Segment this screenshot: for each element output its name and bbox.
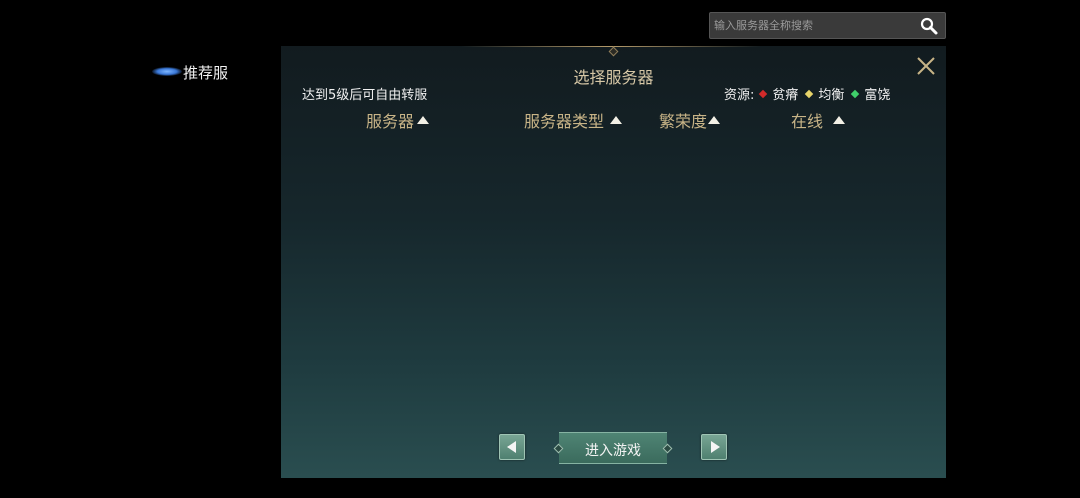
sort-asc-icon bbox=[610, 116, 623, 124]
enter-game-label: 进入游戏 bbox=[585, 443, 641, 459]
search-icon[interactable] bbox=[919, 16, 939, 36]
top-divider bbox=[461, 46, 761, 47]
sort-asc-icon bbox=[417, 116, 430, 124]
sidebar-item-label: 推荐服 bbox=[183, 64, 229, 82]
resource-legend: 资源: 贫瘠 均衡 富饶 bbox=[724, 84, 892, 103]
column-header-server[interactable]: 服务器 bbox=[366, 108, 430, 132]
legend-item-balanced: 均衡 bbox=[818, 88, 845, 103]
column-header-online[interactable]: 在线 bbox=[791, 108, 846, 132]
sort-asc-icon bbox=[833, 116, 846, 124]
legend-item-rich: 富饶 bbox=[864, 88, 891, 103]
close-icon bbox=[917, 57, 935, 75]
sidebar-item-recommended[interactable]: 推荐服 bbox=[150, 58, 250, 86]
enter-game-button[interactable]: 进入游戏 bbox=[553, 432, 673, 464]
column-label: 服务器 bbox=[366, 112, 415, 131]
prev-page-button[interactable] bbox=[499, 434, 525, 460]
column-label: 繁荣度 bbox=[659, 112, 708, 131]
diamond-icon-red bbox=[759, 89, 768, 98]
column-label: 在线 bbox=[791, 112, 824, 131]
legend-prefix: 资源: bbox=[724, 88, 755, 103]
server-select-panel: 选择服务器 达到5级后可自由转服 资源: 贫瘠 均衡 富饶 服务器 服务器类型 … bbox=[281, 46, 946, 478]
transfer-note: 达到5级后可自由转服 bbox=[302, 88, 428, 103]
column-header-prosperity[interactable]: 繁荣度 bbox=[659, 108, 721, 132]
next-page-button[interactable] bbox=[701, 434, 727, 460]
arrow-right-icon bbox=[711, 441, 720, 453]
top-ornament bbox=[608, 46, 619, 57]
diamond-icon-green bbox=[851, 89, 860, 98]
column-header-server-type[interactable]: 服务器类型 bbox=[524, 108, 623, 132]
tab-glow-indicator bbox=[152, 67, 182, 76]
close-button[interactable] bbox=[915, 55, 937, 77]
search-input[interactable] bbox=[710, 13, 915, 38]
diamond-icon-yellow bbox=[805, 89, 814, 98]
legend-item-barren: 贫瘠 bbox=[772, 88, 799, 103]
arrow-left-icon bbox=[507, 441, 516, 453]
column-label: 服务器类型 bbox=[524, 112, 605, 131]
search-box bbox=[709, 12, 946, 39]
sort-asc-icon bbox=[708, 116, 721, 124]
